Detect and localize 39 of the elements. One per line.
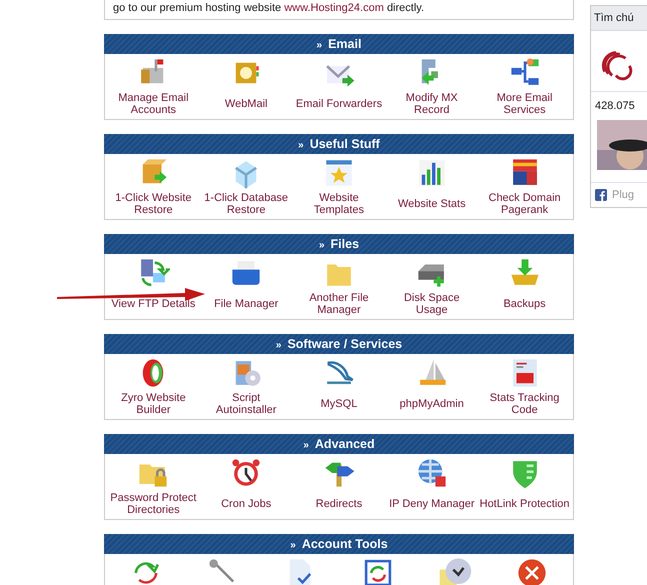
section-header: » Email bbox=[104, 34, 574, 54]
section-header: » Files bbox=[104, 234, 574, 254]
tool-link[interactable]: WebMail bbox=[201, 56, 292, 116]
facebook-icon bbox=[595, 189, 607, 201]
tool-link[interactable]: Password Protect Directories bbox=[108, 456, 198, 516]
tool-link[interactable]: MySQL bbox=[294, 356, 384, 416]
tool-link[interactable]: Cron Jobs bbox=[201, 456, 292, 516]
tool-link[interactable]: Check Domain Pagerank bbox=[480, 156, 570, 216]
tool-link[interactable]: File Manager bbox=[201, 256, 292, 316]
widget-title: Tìm chú bbox=[591, 6, 647, 31]
tool-link[interactable]: Website Templates bbox=[294, 156, 384, 216]
tool-link[interactable]: Stats Tracking Code bbox=[480, 356, 570, 416]
tool-link[interactable]: Website Stats bbox=[386, 156, 477, 216]
intro-text: go to our premium hosting website bbox=[113, 2, 282, 14]
section-header: » Advanced bbox=[104, 434, 574, 454]
tool-link[interactable]: Zyro Website Builder bbox=[108, 356, 198, 416]
tool-link[interactable]: 1-Click Website Restore bbox=[108, 156, 198, 216]
hosting-link[interactable]: www.Hosting24.com bbox=[284, 2, 384, 14]
tool-link[interactable]: Modify MX Record bbox=[386, 56, 477, 116]
clock-icon bbox=[438, 556, 472, 585]
section-header: » Account Tools bbox=[104, 534, 574, 554]
tool-link[interactable]: Another File Manager bbox=[294, 256, 384, 316]
tool-link[interactable]: Disk Space Usage bbox=[386, 256, 477, 316]
tool-link[interactable] bbox=[438, 556, 472, 585]
intro-text-end: directly. bbox=[386, 2, 424, 14]
tool-link[interactable]: Script Autoinstaller bbox=[201, 356, 292, 416]
section-header: » Useful Stuff bbox=[104, 134, 574, 154]
tool-link[interactable]: 1-Click Database Restore bbox=[201, 156, 292, 216]
tool-link[interactable]: HotLink Protection bbox=[480, 456, 570, 516]
tool-link[interactable]: More Email Services bbox=[480, 56, 570, 116]
section-header: » Software / Services bbox=[104, 334, 574, 354]
plugin-label: Plug bbox=[612, 189, 634, 201]
tool-link[interactable]: IP Deny Manager bbox=[386, 456, 477, 516]
tool-link[interactable]: View FTP Details bbox=[108, 256, 198, 316]
tool-link[interactable]: Backups bbox=[480, 256, 570, 316]
tool-link[interactable]: phpMyAdmin bbox=[386, 356, 477, 416]
tool-link[interactable]: Manage Email Accounts bbox=[108, 56, 198, 116]
tool-link[interactable]: Email Forwarders bbox=[294, 56, 384, 116]
tool-link[interactable]: Redirects bbox=[294, 456, 384, 516]
